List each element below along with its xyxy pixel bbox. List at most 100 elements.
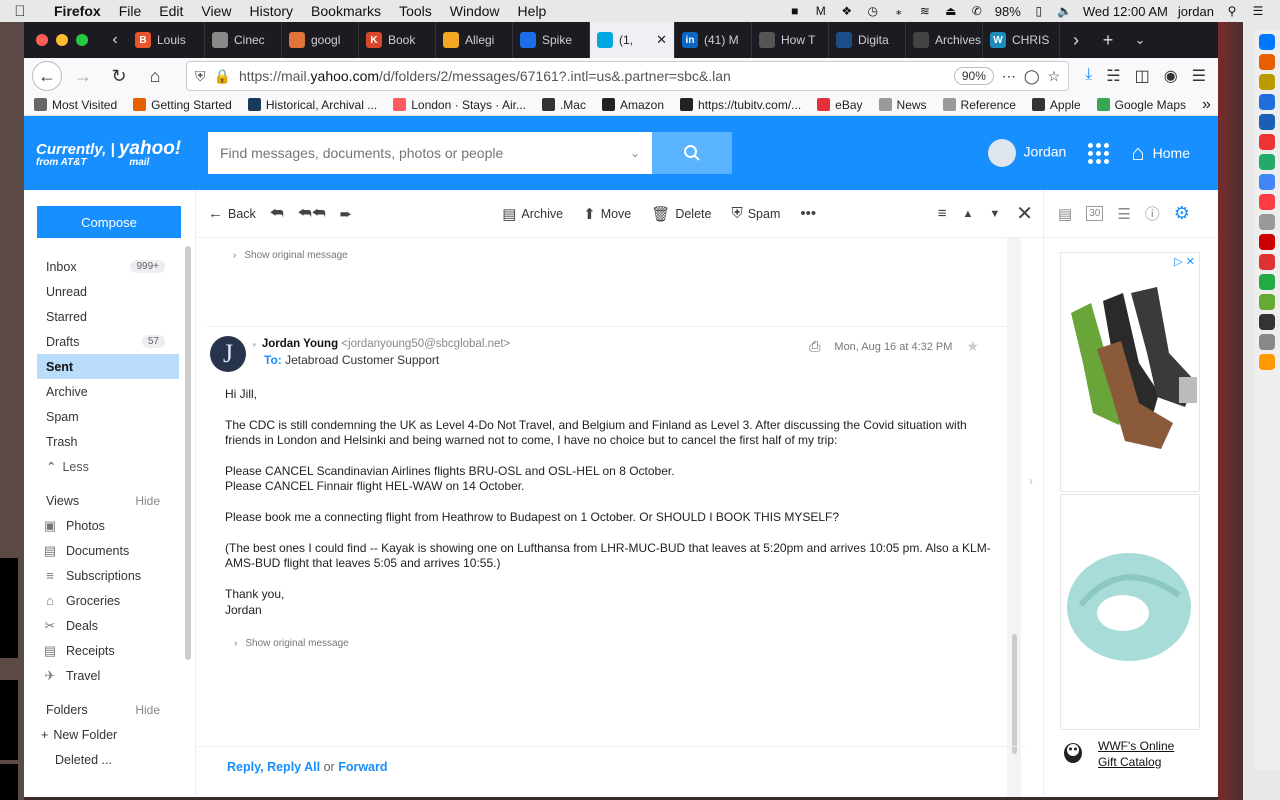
zoom-window-button[interactable] — [76, 34, 88, 46]
phone-icon[interactable]: ✆ — [969, 4, 985, 18]
bookmark-item[interactable]: Historical, Archival ... — [247, 98, 377, 112]
dock-app-icon[interactable] — [1259, 34, 1275, 50]
view-documents[interactable]: ▤ Documents — [42, 538, 195, 563]
new-folder-button[interactable]: + New Folder — [41, 722, 195, 747]
yahoo-mail-logo[interactable]: Currently, | yahoo! from AT&T mail — [36, 139, 196, 168]
mail-search-box[interactable]: ⌄ — [208, 132, 652, 174]
shield-icon[interactable]: ⛨ — [195, 68, 206, 85]
less-toggle[interactable]: ⌃ Less — [46, 454, 195, 479]
bookmark-item[interactable]: Amazon — [601, 98, 664, 112]
browser-tab[interactable]: googl — [282, 22, 359, 58]
view-groceries[interactable]: ⌂ Groceries — [42, 588, 195, 613]
views-hide-link[interactable]: Hide — [135, 494, 160, 508]
ad-scarf-image[interactable] — [1060, 494, 1200, 730]
browser-tab[interactable]: Archives | — [906, 22, 983, 58]
menu-help[interactable]: Help — [509, 3, 556, 19]
dock-app-icon[interactable] — [1259, 94, 1275, 110]
battery-icon[interactable]: ▯ — [1031, 4, 1047, 18]
menu-tools[interactable]: Tools — [390, 3, 441, 19]
bookmark-item[interactable]: eBay — [817, 98, 863, 112]
menu-history[interactable]: History — [240, 3, 302, 19]
dock-app-icon[interactable] — [1259, 154, 1275, 170]
dock-app-icon[interactable] — [1259, 334, 1275, 350]
browser-tab[interactable]: (1, ✕ — [590, 22, 675, 58]
menu-window[interactable]: Window — [441, 3, 509, 19]
folder-drafts[interactable]: Drafts 57 — [37, 329, 179, 354]
forward-icon-button[interactable]: ➨ — [340, 205, 353, 223]
browser-tab[interactable]: Allegi — [436, 22, 513, 58]
dock-app-icon[interactable] — [1259, 54, 1275, 70]
sidebar-icon[interactable]: ◫ — [1135, 66, 1150, 86]
menu-app-firefox[interactable]: Firefox — [40, 3, 110, 19]
search-options-chevron-icon[interactable]: ⌄ — [630, 146, 640, 160]
volume-icon[interactable]: 🔈 — [1057, 4, 1073, 18]
wifi-icon[interactable]: ≋ — [917, 4, 933, 18]
browser-tab[interactable]: Spike — [513, 22, 590, 58]
more-actions-button[interactable]: ••• — [800, 205, 816, 223]
folder-archive[interactable]: Archive — [37, 379, 179, 404]
reply-all-icon-button[interactable]: ⮪⮪ — [298, 205, 326, 222]
menu-icon[interactable]: ☰ — [1192, 66, 1206, 86]
eject-icon[interactable]: ⏏ — [943, 4, 959, 18]
browser-tab[interactable]: B Louis — [128, 22, 205, 58]
malwarebytes-icon[interactable]: M — [813, 4, 829, 18]
tab-list-chevron-icon[interactable]: ⌄ — [1124, 32, 1156, 48]
view-photos[interactable]: ▣ Photos — [42, 513, 195, 538]
delete-button[interactable]: 🗑 Delete — [651, 205, 711, 223]
folders-hide-link[interactable]: Hide — [135, 703, 160, 717]
user-profile[interactable]: Jordan — [987, 139, 1066, 167]
bookmark-item[interactable]: London · Stays · Air... — [393, 98, 526, 112]
ad-text[interactable]: WWF's Online Gift Catalog — [1098, 738, 1174, 770]
calendar-icon[interactable]: 30 — [1086, 206, 1104, 221]
back-button[interactable]: ← — [32, 61, 62, 91]
expand-panel-chevron-icon[interactable]: › — [1029, 474, 1033, 488]
dock-app-icon[interactable] — [1259, 234, 1275, 250]
browser-tab[interactable]: K Book — [359, 22, 436, 58]
archive-button[interactable]: ▤ Archive — [502, 205, 563, 223]
bookmark-item[interactable]: .Mac — [541, 98, 586, 112]
time-machine-icon[interactable]: ◷ — [865, 4, 881, 18]
scrollbar-thumb[interactable] — [1012, 634, 1017, 754]
dock-app-icon[interactable] — [1259, 354, 1275, 370]
menu-file[interactable]: File — [110, 3, 151, 19]
bookmark-item[interactable]: Most Visited — [34, 98, 117, 112]
home-link[interactable]: ⌂ Home — [1131, 140, 1190, 166]
status-dots-icon[interactable]: ❖ — [839, 4, 855, 18]
view-deals[interactable]: ✂ Deals — [42, 613, 195, 638]
star-icon[interactable]: ★ — [966, 338, 979, 355]
menu-clock[interactable]: Wed 12:00 AM — [1083, 4, 1168, 19]
close-window-button[interactable] — [36, 34, 48, 46]
close-tab-icon[interactable]: ✕ — [656, 32, 667, 48]
browser-tab[interactable]: How T — [752, 22, 829, 58]
home-button[interactable]: ⌂ — [140, 61, 170, 91]
forward-link[interactable]: Forward — [338, 760, 387, 774]
bookmark-item[interactable]: Getting Started — [133, 98, 232, 112]
battery-percent[interactable]: 98% — [995, 4, 1021, 19]
address-bar[interactable]: ⛨ 🔒 https://mail.yahoo.com/d/folders/2/m… — [186, 61, 1070, 91]
compose-button[interactable]: Compose — [37, 206, 181, 238]
ad-socks-image[interactable]: ▷ ✕ — [1060, 252, 1200, 492]
dock-app-icon[interactable] — [1259, 134, 1275, 150]
back-to-list-button[interactable]: ← Back — [208, 205, 256, 222]
dock-app-icon[interactable] — [1259, 254, 1275, 270]
reply-icon-button[interactable]: ⮪ — [270, 205, 284, 222]
reply-all-link[interactable]: Reply All — [267, 760, 320, 774]
browser-tab[interactable]: W CHRIS — [983, 22, 1060, 58]
folder-spam[interactable]: Spam — [37, 404, 179, 429]
contacts-icon[interactable]: ▤ — [1058, 205, 1072, 223]
folder-deleted[interactable]: Deleted ... — [55, 747, 195, 772]
close-icon[interactable]: ✕ — [1016, 201, 1033, 226]
browser-tab[interactable]: Digita — [829, 22, 906, 58]
dock-app-icon[interactable] — [1259, 74, 1275, 90]
notepad-icon[interactable]: ☰ — [1117, 205, 1130, 223]
folder-trash[interactable]: Trash — [37, 429, 179, 454]
bookmark-star-icon[interactable]: ☆ — [1048, 68, 1061, 85]
tab-scroll-left-icon[interactable]: ‹ — [102, 31, 128, 49]
menu-view[interactable]: View — [192, 3, 240, 19]
adchoices-icon[interactable]: ▷ ✕ — [1174, 255, 1195, 268]
bookmarks-overflow-chevron-icon[interactable]: » — [1202, 96, 1211, 114]
new-tab-button[interactable]: + — [1092, 30, 1124, 51]
url-text[interactable]: https://mail.yahoo.com/d/folders/2/messa… — [239, 68, 946, 84]
forward-button[interactable]: → — [68, 61, 98, 91]
folder-starred[interactable]: Starred — [37, 304, 179, 329]
